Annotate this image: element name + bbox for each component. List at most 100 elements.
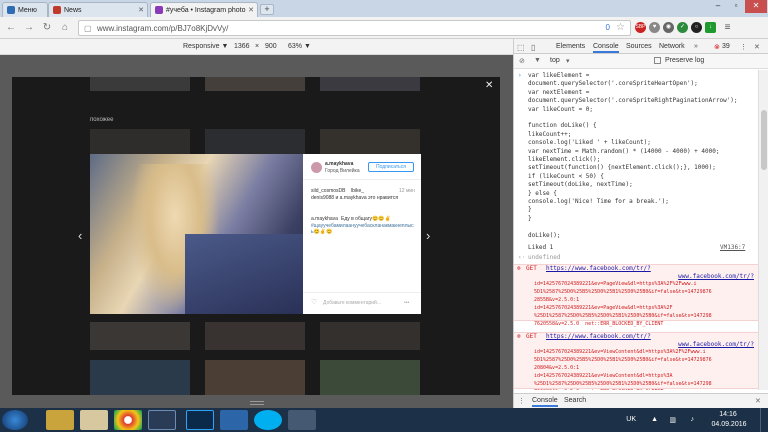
close-window-icon[interactable]: ✕ (745, 0, 767, 13)
star-icon[interactable]: ☆ (616, 22, 625, 33)
prev-arrow-icon[interactable]: ‹ (78, 228, 82, 243)
add-comment-input[interactable]: Добавьте комментарий... (323, 300, 381, 306)
more-options-button[interactable]: ••• (404, 300, 409, 306)
tab-label: News (64, 6, 82, 14)
caption-user[interactable]: a.maykhava (311, 216, 338, 222)
preserve-log-checkbox[interactable] (654, 57, 661, 64)
home-icon[interactable]: ⌂ (58, 21, 72, 35)
green-extension-icon[interactable]: ✓ (677, 22, 688, 33)
show-desktop-button[interactable] (760, 408, 768, 432)
grid-photo[interactable] (205, 360, 305, 395)
back-icon[interactable]: ← (4, 21, 18, 35)
app-icon[interactable] (288, 410, 316, 430)
code-line: document.querySelector('.coreSpriteHeart… (528, 80, 698, 88)
tab-sources[interactable]: Sources (626, 43, 652, 50)
post-photo[interactable] (90, 154, 303, 314)
error-source-link[interactable]: www.facebook.com/tr/? (678, 273, 754, 280)
zoom-select[interactable]: 63% ▼ (288, 43, 311, 50)
kebab-menu-icon[interactable]: ⋮ (740, 43, 747, 51)
tab-news[interactable]: News ✕ (48, 2, 148, 17)
opera-extension-icon[interactable]: ○ (691, 22, 702, 33)
code-line: var likeCount = 0; (528, 105, 594, 113)
error-source-link[interactable]: www.facebook.com/tr/? (678, 341, 754, 348)
follow-button[interactable]: Подписаться (368, 162, 414, 172)
grid-photo[interactable] (90, 322, 190, 350)
source-link[interactable]: VM136:7 (720, 244, 745, 251)
more-tabs-icon[interactable]: » (694, 43, 698, 50)
photoshop-icon[interactable] (186, 410, 214, 430)
volume-icon[interactable]: ♪ (691, 416, 695, 423)
minimize-icon[interactable]: – (709, 0, 727, 13)
error-url[interactable]: https://www.facebook.com/tr/? (546, 333, 651, 340)
grid-photo[interactable] (205, 77, 305, 91)
clock-date[interactable]: 04.09.2016 (704, 421, 754, 428)
device-mode-select[interactable]: Responsive ▼ (183, 43, 228, 50)
error-detail-line: 7620804&v=2.5.0 net::ERR_BLOCKED_BY_CLIE… (534, 389, 663, 390)
close-devtools-icon[interactable]: ✕ (754, 43, 760, 51)
grid-photo[interactable] (320, 322, 420, 350)
tab-console[interactable]: Console (593, 43, 619, 53)
address-bar[interactable]: ▢ www.instagram.com/p/BJ7o8KjDvVy/ 0 ☆ (78, 20, 631, 36)
heart-extension-icon[interactable]: ♥ (649, 22, 660, 33)
tab-network[interactable]: Network (659, 43, 685, 50)
close-drawer-icon[interactable]: ✕ (755, 397, 761, 405)
globe-extension-icon[interactable]: ◉ (663, 22, 674, 33)
sbp-badge[interactable]: SBP (635, 22, 646, 33)
viewport-height[interactable]: 900 (265, 43, 277, 50)
post-location[interactable]: Город Вилейка (325, 168, 360, 174)
grid-photo[interactable] (320, 129, 420, 157)
grid-photo[interactable] (205, 129, 305, 157)
app-window-icon[interactable] (220, 410, 248, 430)
drawer-tab-console[interactable]: Console (532, 397, 558, 407)
instagram-overlay[interactable]: похожее ‹ › ✕ a.maykhava Город Вилейка П… (12, 77, 500, 395)
grid-photo[interactable] (90, 129, 190, 157)
viewport-width[interactable]: 1366 (234, 43, 250, 50)
next-arrow-icon[interactable]: › (426, 228, 430, 243)
grid-photo[interactable] (320, 77, 420, 91)
error-url[interactable]: https://www.facebook.com/tr/? (546, 265, 651, 272)
context-dropdown-icon[interactable]: ▾ (566, 57, 570, 65)
avatar[interactable] (311, 162, 322, 173)
close-modal-icon[interactable]: ✕ (485, 80, 493, 91)
close-tab-icon[interactable]: ✕ (248, 6, 254, 14)
maximize-icon[interactable]: ▫ (727, 0, 745, 13)
scroll-thumb[interactable] (761, 110, 767, 170)
start-button[interactable] (2, 410, 28, 430)
tab-instagram[interactable]: #учеба • Instagram photo ✕ (150, 2, 258, 17)
console-scrollbar[interactable] (758, 70, 768, 390)
grid-photo[interactable] (90, 77, 190, 91)
skype-icon[interactable] (254, 410, 282, 430)
opera-icon[interactable] (148, 410, 176, 430)
resize-handle-icon[interactable] (250, 401, 264, 405)
heart-icon[interactable]: ♡ (311, 298, 317, 306)
drawer-tab-search[interactable]: Search (564, 397, 586, 404)
network-icon[interactable]: ▥ (669, 416, 676, 424)
grid-photo[interactable] (320, 360, 420, 395)
filter-icon[interactable]: ▼ (534, 57, 541, 64)
grid-photo[interactable] (205, 322, 305, 350)
clock-time[interactable]: 14:16 (708, 411, 748, 418)
new-tab-button[interactable]: + (260, 4, 274, 15)
clear-console-icon[interactable]: ⊘ (519, 57, 525, 65)
caption-hashtags[interactable]: #щауучебамилаануучебаскланакмакнеплысь😊✌… (311, 223, 415, 235)
media-player-icon[interactable] (80, 410, 108, 430)
device-icon[interactable]: ▯ (531, 43, 535, 52)
menu-icon[interactable]: ≡ (722, 22, 733, 33)
explorer-icon[interactable] (46, 410, 74, 430)
comment-user[interactable]: sild_cosmosDB (311, 188, 345, 194)
close-tab-icon[interactable]: ✕ (138, 6, 144, 14)
tray-arrow-icon[interactable]: ▲ (651, 416, 658, 423)
chrome-icon[interactable] (114, 410, 142, 430)
language-indicator[interactable]: UK (626, 416, 636, 423)
reload-icon[interactable]: ↻ (40, 21, 54, 35)
inspect-icon[interactable]: ⬚ (517, 43, 525, 52)
context-select[interactable]: top (550, 57, 560, 64)
tab-elements[interactable]: Elements (556, 43, 585, 50)
tab-menu[interactable]: Меню (2, 2, 48, 17)
grid-photo[interactable] (90, 360, 190, 395)
download-extension-icon[interactable]: ↓ (705, 22, 716, 33)
forward-icon[interactable]: → (22, 21, 36, 35)
code-line: } (528, 214, 532, 222)
post-username[interactable]: a.maykhava (325, 161, 353, 167)
drawer-menu-icon[interactable]: ⋮ (518, 397, 525, 405)
